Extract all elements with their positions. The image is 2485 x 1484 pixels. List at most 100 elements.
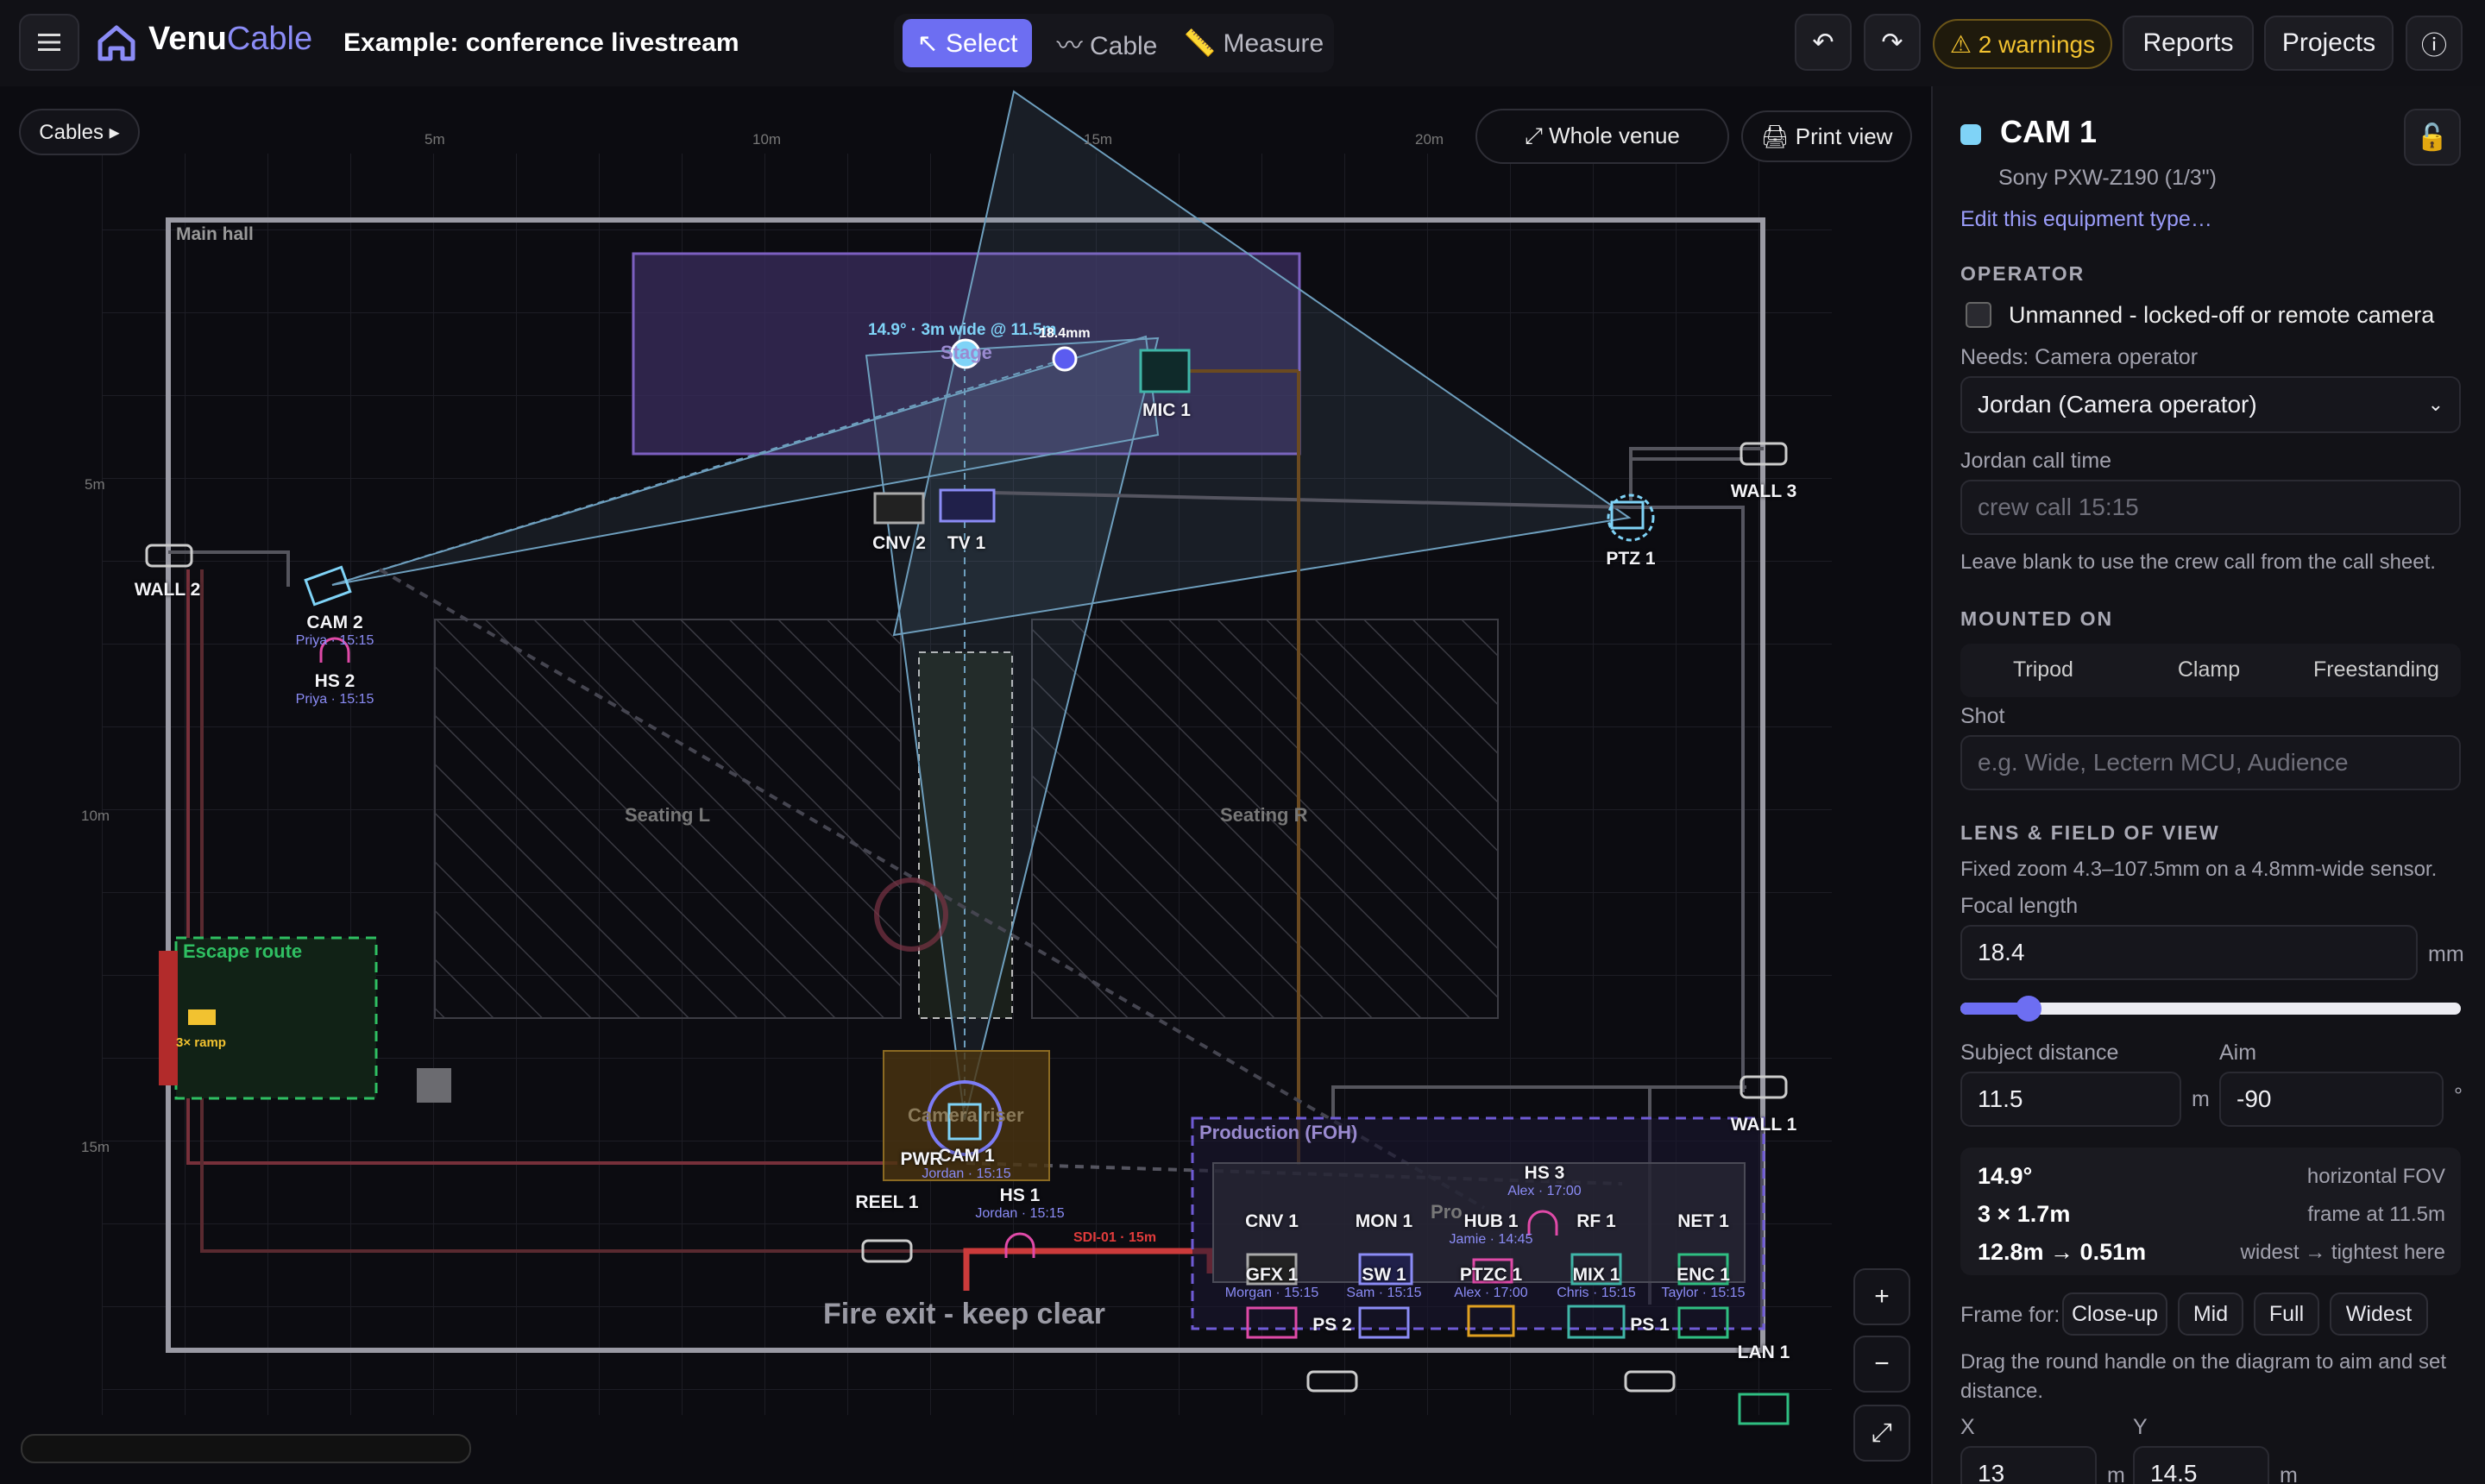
fire-exit-door <box>159 951 178 1085</box>
equipment-title: CAM 1 <box>2000 114 2098 149</box>
device-name: WALL 2 <box>134 580 201 600</box>
undo-button[interactable]: ↶ <box>1795 14 1852 71</box>
mode-cable[interactable]: 〰 Cable <box>1042 19 1172 67</box>
device-operator: Taylor · 15:15 <box>1661 1286 1746 1300</box>
device-label[interactable]: PTZ 1 <box>1553 549 1708 569</box>
device-label[interactable]: ENC 1 Taylor · 15:15 <box>1626 1265 1781 1301</box>
unmanned-label: Unmanned - locked-off or remote camera <box>2009 302 2435 328</box>
redo-button[interactable]: ↷ <box>1864 14 1921 71</box>
frame-full-button[interactable]: Full <box>2254 1292 2319 1336</box>
device-operator: Priya · 15:15 <box>295 692 374 707</box>
ruler-x-15m: 15m <box>1084 131 1113 148</box>
ruler-x-20m: 20m <box>1415 131 1444 148</box>
x-input[interactable]: 13 <box>1960 1446 2097 1484</box>
device-label[interactable]: HS 2 Priya · 15:15 <box>257 671 412 707</box>
operator-section-title: OPERATOR <box>1960 262 2086 285</box>
device-name: PS 1 <box>1630 1315 1670 1335</box>
device-label[interactable]: WALL 1 <box>1686 1115 1841 1135</box>
device-operator: Priya · 15:15 <box>295 633 374 648</box>
ruler-y-10m: 10m <box>81 808 110 824</box>
frame-mid-button[interactable]: Mid <box>2178 1292 2243 1336</box>
device-label[interactable]: PS 2 <box>1255 1315 1410 1336</box>
mount-clamp[interactable]: Clamp <box>2126 657 2292 682</box>
ptz-handle[interactable] <box>1052 346 1078 372</box>
mount-tripod[interactable]: Tripod <box>1960 657 2126 682</box>
frame-widest-button[interactable]: Widest <box>2330 1292 2428 1336</box>
operator-select[interactable]: Jordan (Camera operator) ⌄ <box>1960 376 2461 433</box>
cables-toggle[interactable]: Cables ▸ <box>19 109 140 155</box>
device-name: WALL 1 <box>1730 1115 1797 1135</box>
distance-input[interactable]: 11.5 <box>1960 1072 2181 1127</box>
zone-label-hall: Main hall <box>176 224 254 244</box>
fov-readout: 14.9° · 3m wide @ 11.5m <box>868 321 1057 339</box>
shot-input[interactable]: e.g. Wide, Lectern MCU, Audience <box>1960 735 2461 790</box>
fire-exit-label: Fire exit - keep clear <box>823 1298 1105 1330</box>
inspector-panel: CAM 1 🔓 Sony PXW-Z190 (1/3") Edit this e… <box>1931 86 2485 1484</box>
grey-block <box>417 1068 451 1103</box>
fit-view-button[interactable]: ⤢ <box>1853 1405 1910 1462</box>
device-name: CAM 2 <box>306 613 363 632</box>
device-label[interactable]: CAM 2 Priya · 15:15 <box>257 613 412 649</box>
needs-label: Needs: Camera operator <box>1960 345 2199 369</box>
project-title: Example: conference livestream <box>343 28 739 57</box>
mount-freestanding[interactable]: Freestanding <box>2292 657 2461 682</box>
edit-equipment-link[interactable]: Edit this equipment type… <box>1960 207 2212 232</box>
device-name: WALL 3 <box>1730 481 1797 501</box>
device-name: REEL 1 <box>855 1192 919 1212</box>
device-label[interactable]: HS 1 Jordan · 15:15 <box>942 1185 1098 1222</box>
mode-switcher: ↖ Select 〰 Cable 📏 Measure <box>894 14 1334 72</box>
focal-slider-thumb[interactable] <box>2016 996 2042 1022</box>
warnings-button[interactable]: ⚠ 2 warnings <box>1933 19 2112 69</box>
horizontal-scrollbar[interactable] <box>21 1434 471 1463</box>
device-label[interactable]: PWR <box>844 1149 999 1170</box>
device-name: HS 3 <box>1524 1163 1565 1183</box>
shot-label: Shot <box>1960 704 2005 728</box>
device-label[interactable]: WALL 3 <box>1686 481 1841 502</box>
focal-input[interactable]: 18.4 <box>1960 925 2418 980</box>
device-label[interactable]: TV 1 <box>889 533 1044 554</box>
device-label[interactable]: REEL 1 <box>809 1192 965 1213</box>
stat-range-value: 12.8m → 0.51m <box>1978 1239 2147 1265</box>
zone-label-riser: Camera riser <box>908 1104 1024 1126</box>
chevron-down-icon: ⌄ <box>2427 393 2444 415</box>
ruler-x-5m: 5m <box>425 131 445 148</box>
distance-unit: m <box>2192 1087 2210 1111</box>
zoom-in-button[interactable]: + <box>1853 1268 1910 1325</box>
device-name: HS 2 <box>314 671 355 691</box>
zoom-out-button[interactable]: − <box>1853 1336 1910 1393</box>
print-view-button[interactable]: 🖨 Print view <box>1741 110 1912 162</box>
aim-input[interactable]: -90 <box>2219 1072 2444 1127</box>
device-label[interactable]: LAN 1 <box>1686 1343 1841 1363</box>
projects-button[interactable]: Projects <box>2264 16 2394 71</box>
calltime-hint: Leave blank to use the crew call from th… <box>1960 550 2436 574</box>
lock-button[interactable]: 🔓 <box>2404 109 2461 166</box>
unmanned-checkbox[interactable] <box>1966 302 1991 328</box>
device-name: HS 1 <box>999 1185 1041 1205</box>
distance-label: Subject distance <box>1960 1041 2119 1065</box>
frame-for-label: Frame for: <box>1960 1303 2060 1327</box>
top-bar: VenuCable Example: conference livestream… <box>0 0 2485 88</box>
mode-measure[interactable]: 📏 Measure <box>1180 19 1327 67</box>
device-name: PTZ 1 <box>1606 549 1656 569</box>
venue-canvas[interactable]: 5m 10m 15m 20m 5m 10m 15m Main hall Stag… <box>0 86 1931 1484</box>
device-label[interactable]: WALL 2 <box>90 580 245 601</box>
info-button[interactable]: ⓘ <box>2406 16 2463 71</box>
stat-frame-key: frame at 11.5m <box>2307 1203 2445 1226</box>
menu-button[interactable] <box>19 14 79 71</box>
y-unit: m <box>2280 1463 2298 1484</box>
view-select[interactable]: ⤢ Whole venue <box>1475 109 1729 164</box>
reports-button[interactable]: Reports <box>2123 16 2254 71</box>
device-label[interactable]: MIC 1 <box>1089 400 1244 421</box>
mode-select[interactable]: ↖ Select <box>903 19 1032 67</box>
device-label[interactable]: HS 3 Alex · 17:00 <box>1467 1163 1622 1199</box>
y-input[interactable]: 14.5 <box>2133 1446 2269 1484</box>
mount-section-title: MOUNTED ON <box>1960 607 2114 630</box>
focal-label: Focal length <box>1960 894 2079 918</box>
ruler-y-5m: 5m <box>85 476 105 493</box>
frame-closeup-button[interactable]: Close-up <box>2062 1292 2167 1336</box>
device-label[interactable]: PS 1 <box>1572 1315 1727 1336</box>
venue-logo-icon <box>98 25 135 61</box>
device-label[interactable]: NET 1 <box>1626 1211 1781 1232</box>
stat-frame-value: 3 × 1.7m <box>1978 1201 2071 1227</box>
calltime-input[interactable]: crew call 15:15 <box>1960 480 2461 535</box>
